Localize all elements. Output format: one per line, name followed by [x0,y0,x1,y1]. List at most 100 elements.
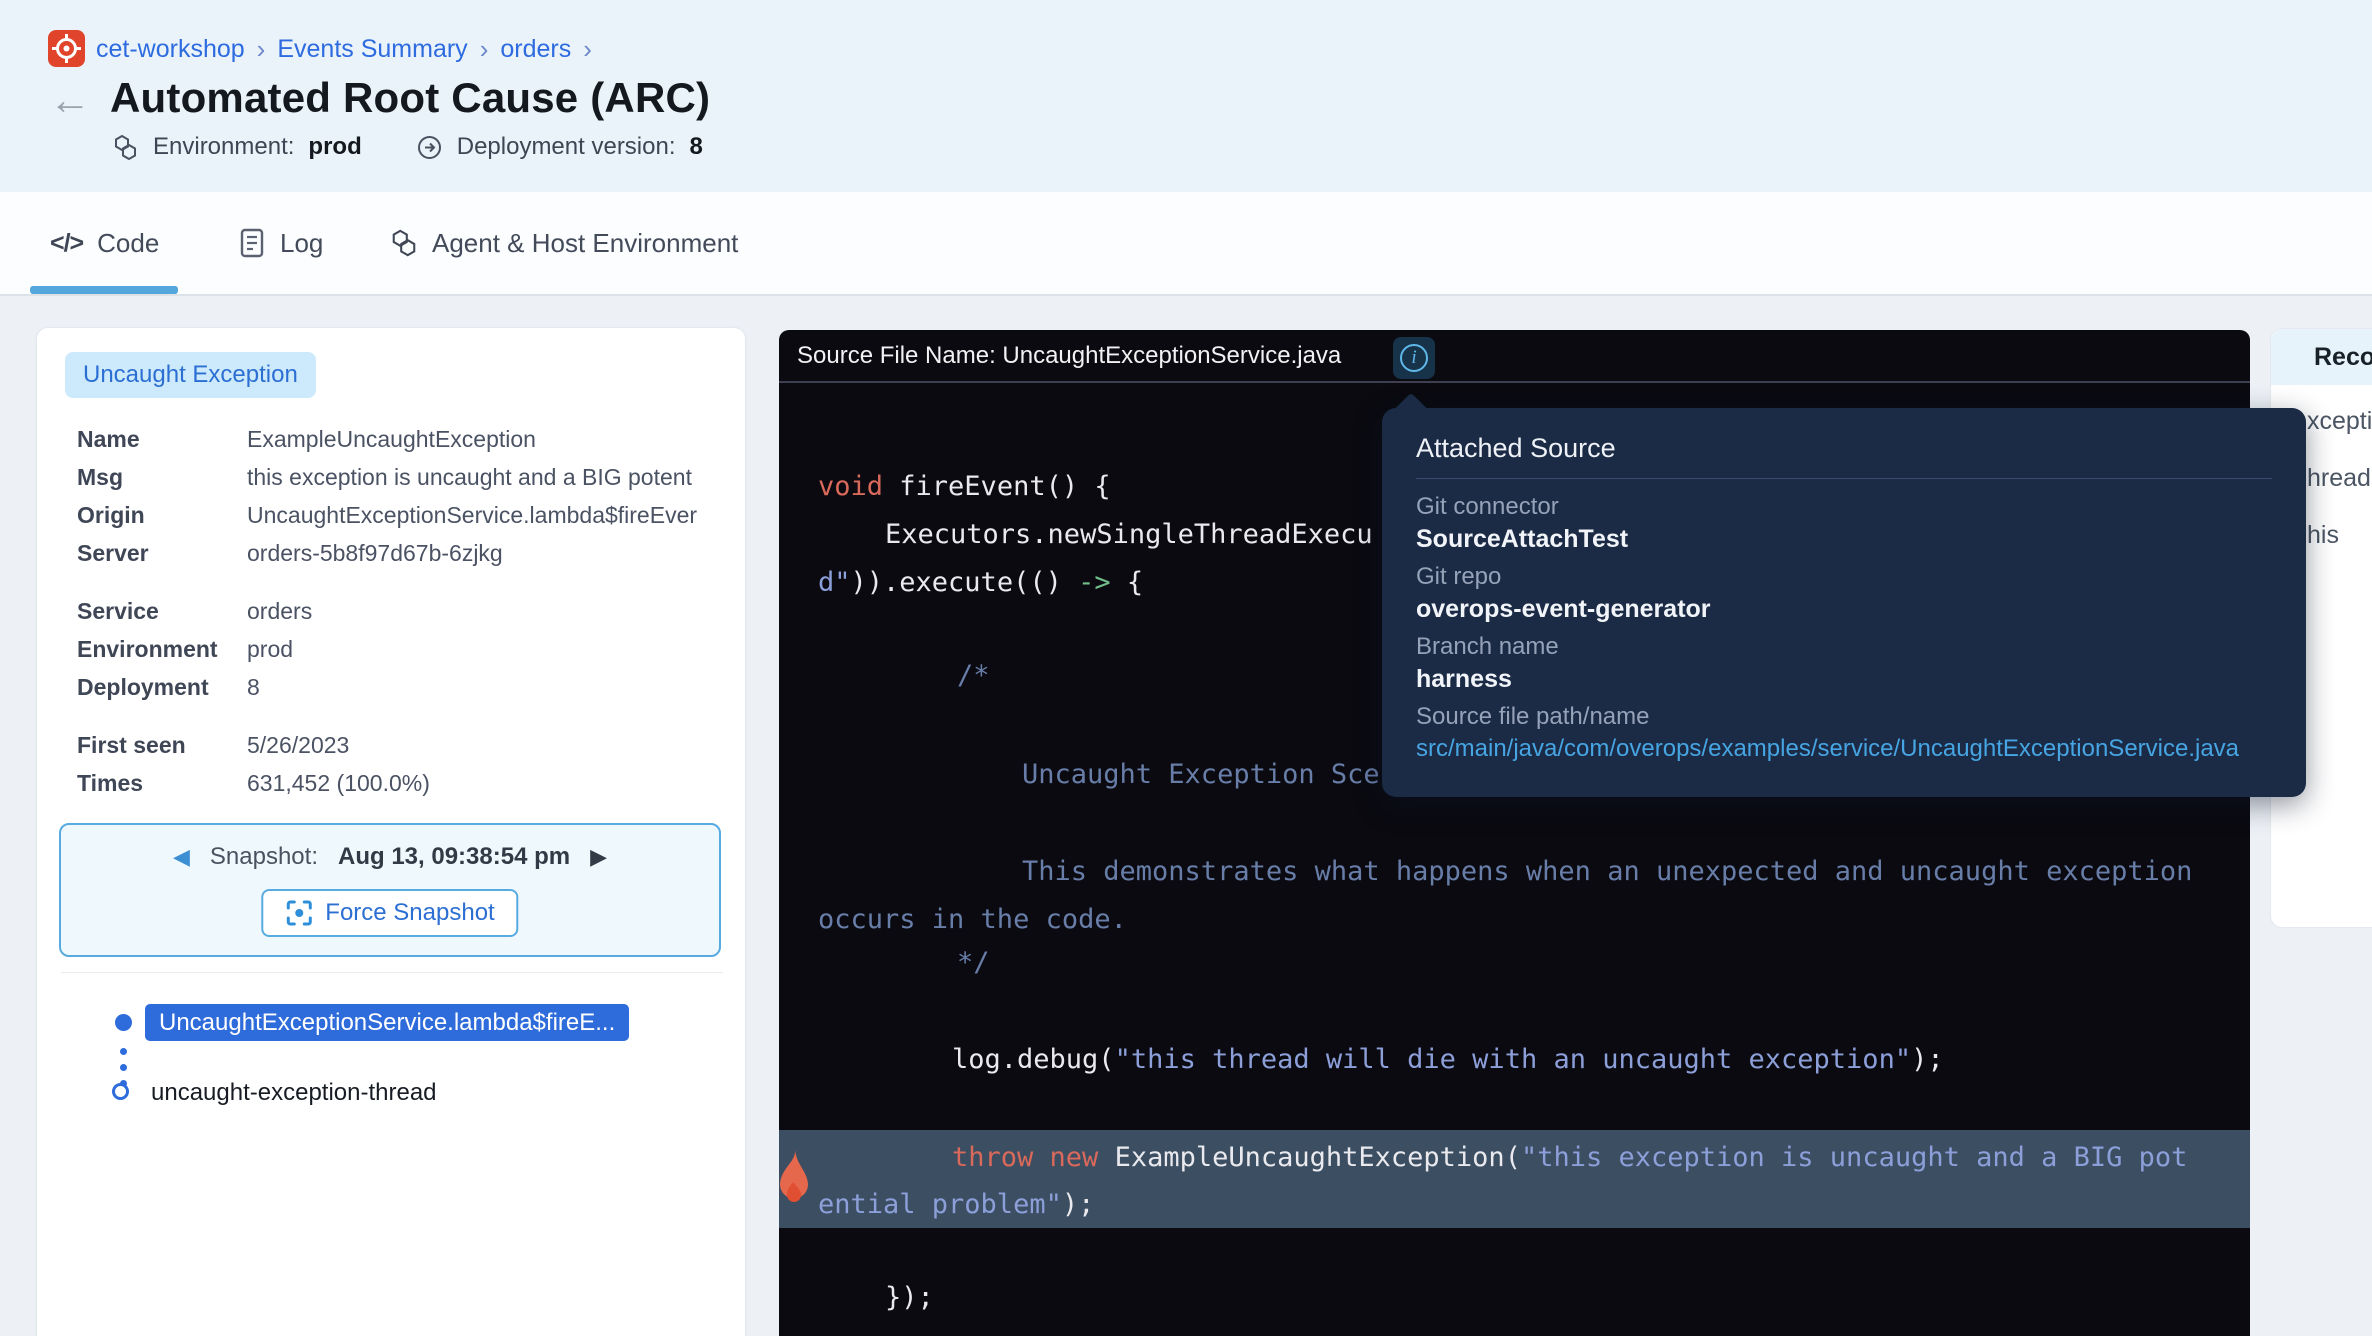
force-snapshot-label: Force Snapshot [325,899,494,927]
snapshot-prev-icon[interactable]: ◀ [173,844,190,870]
attached-source-tooltip: Attached Source Git connector SourceAtta… [1382,408,2306,797]
tab-log-label: Log [280,228,323,259]
breadcrumb-separator: › [480,34,489,65]
source-path-link[interactable]: src/main/java/com/overops/examples/servi… [1416,732,2272,766]
stack-frame-selected[interactable]: UncaughtExceptionService.lambda$fireE... [145,1004,629,1041]
snapshot-focus-icon [285,899,313,927]
field-name: Name ExampleUncaughtException [77,424,697,454]
code-line: }); [885,1280,934,1316]
code-line: */ [957,945,990,981]
code-line: d")).execute(() -> { [818,565,1143,601]
stack-thread-item[interactable]: uncaught-exception-thread [151,1078,437,1108]
field-label: Environment [77,634,247,664]
tab-code-label: Code [97,228,159,259]
deployment-version-label: Deployment version: [457,133,676,161]
branch-name-label: Branch name [1416,631,2272,662]
snapshot-box: ◀ Snapshot: Aug 13, 09:38:54 pm ▶ Force … [59,823,721,957]
code-line: Uncaught Exception Sce [1022,757,1380,793]
event-context-group: Service orders Environment prod Deployme… [77,596,312,710]
breadcrumb-item-events-summary[interactable]: Events Summary [277,35,467,64]
snapshot-label: Snapshot: [210,843,318,871]
git-repo-label: Git repo [1416,561,2272,592]
tab-code[interactable]: </> Code [50,192,159,294]
event-type-badge: Uncaught Exception [65,352,316,398]
field-times: Times 631,452 (100.0%) [77,768,430,798]
field-label: Origin [77,500,247,530]
recommendations-header: Recor [2271,329,2372,385]
code-line: occurs in the code. [818,902,1127,938]
code-tab-icon: </> [50,229,83,258]
tooltip-title: Attached Source [1416,430,2272,466]
field-label: Name [77,424,247,454]
recommendation-item[interactable]: xcepti [2307,406,2372,436]
snapshot-next-icon[interactable]: ▶ [590,844,607,870]
code-line: /* [957,658,990,694]
code-viewer-header: Source File Name: UncaughtExceptionServi… [779,330,2250,383]
force-snapshot-button[interactable]: Force Snapshot [261,889,518,937]
field-first-seen: First seen 5/26/2023 [77,730,430,760]
field-label: Server [77,538,247,568]
source-file-name: Source File Name: UncaughtExceptionServi… [797,342,1341,370]
active-tab-underline [30,286,178,294]
field-deployment: Deployment 8 [77,672,312,702]
tab-agent-host-environment[interactable]: Agent & Host Environment [390,192,738,294]
log-document-icon [238,228,266,258]
recommendations-title: Recor [2314,343,2372,372]
deployment-icon [416,134,443,161]
field-value: 8 [247,672,260,702]
deployment-version-value: 8 [690,133,703,161]
branch-name-value: harness [1416,662,2272,696]
field-label: First seen [77,730,247,760]
info-icon: i [1400,344,1428,372]
field-value: ExampleUncaughtException [247,424,536,454]
breadcrumb-separator: › [583,34,592,65]
thread-bullet-icon [112,1083,129,1100]
breadcrumb-item-workspace[interactable]: cet-workshop [96,35,245,64]
header-meta: Environment: prod Deployment version: 8 [112,131,703,163]
git-connector-label: Git connector [1416,491,2272,522]
field-value: orders-5b8f97d67b-6zjkg [247,538,503,568]
snapshot-navigator: ◀ Snapshot: Aug 13, 09:38:54 pm ▶ [61,843,719,871]
event-identity-group: Name ExampleUncaughtException Msg this e… [77,424,697,576]
field-label: Service [77,596,247,626]
recommendation-item[interactable]: hread- [2307,463,2372,493]
code-line: This demonstrates what happens when an u… [1022,854,2192,890]
field-value: this exception is uncaught and a BIG pot… [247,462,692,492]
recommendation-item[interactable]: his [2307,520,2339,550]
attached-source-info-button[interactable]: i [1393,337,1435,379]
environment-label: Environment: [153,133,294,161]
field-msg: Msg this exception is uncaught and a BIG… [77,462,697,492]
field-label: Deployment [77,672,247,702]
field-environment: Environment prod [77,634,312,664]
source-path-label: Source file path/name [1416,701,2272,732]
tab-agent-label: Agent & Host Environment [432,228,738,259]
divider [61,972,723,973]
code-line-error: throw new ExampleUncaughtException("this… [952,1140,2187,1176]
field-label: Msg [77,462,247,492]
divider [1416,478,2272,479]
hexagons-icon [390,228,418,258]
field-value: orders [247,596,312,626]
brand-target-icon[interactable] [48,30,85,67]
breadcrumb: cet-workshop › Events Summary › orders › [96,34,592,64]
field-value: 5/26/2023 [247,730,349,760]
environment-value: prod [308,133,361,161]
flame-icon [773,1148,813,1208]
git-connector-value: SourceAttachTest [1416,522,2272,556]
field-origin: Origin UncaughtExceptionService.lambda$f… [77,500,697,530]
field-service: Service orders [77,596,312,626]
stack-connector-dots [120,1048,127,1087]
field-server: Server orders-5b8f97d67b-6zjkg [77,538,697,568]
tab-log[interactable]: Log [238,192,323,294]
breadcrumb-item-service[interactable]: orders [500,35,571,64]
code-line: void fireEvent() { [818,469,1111,505]
breadcrumb-separator: › [257,34,266,65]
page-title: Automated Root Cause (ARC) [110,74,710,122]
code-line: log.debug("this thread will die with an … [952,1042,1944,1078]
environment-icon [112,134,139,161]
field-value: prod [247,634,293,664]
page-header: cet-workshop › Events Summary › orders ›… [0,0,2372,192]
stack-frame-bullet [115,1014,132,1031]
back-arrow-icon[interactable]: ← [48,78,92,122]
git-repo-value: overops-event-generator [1416,592,2272,626]
